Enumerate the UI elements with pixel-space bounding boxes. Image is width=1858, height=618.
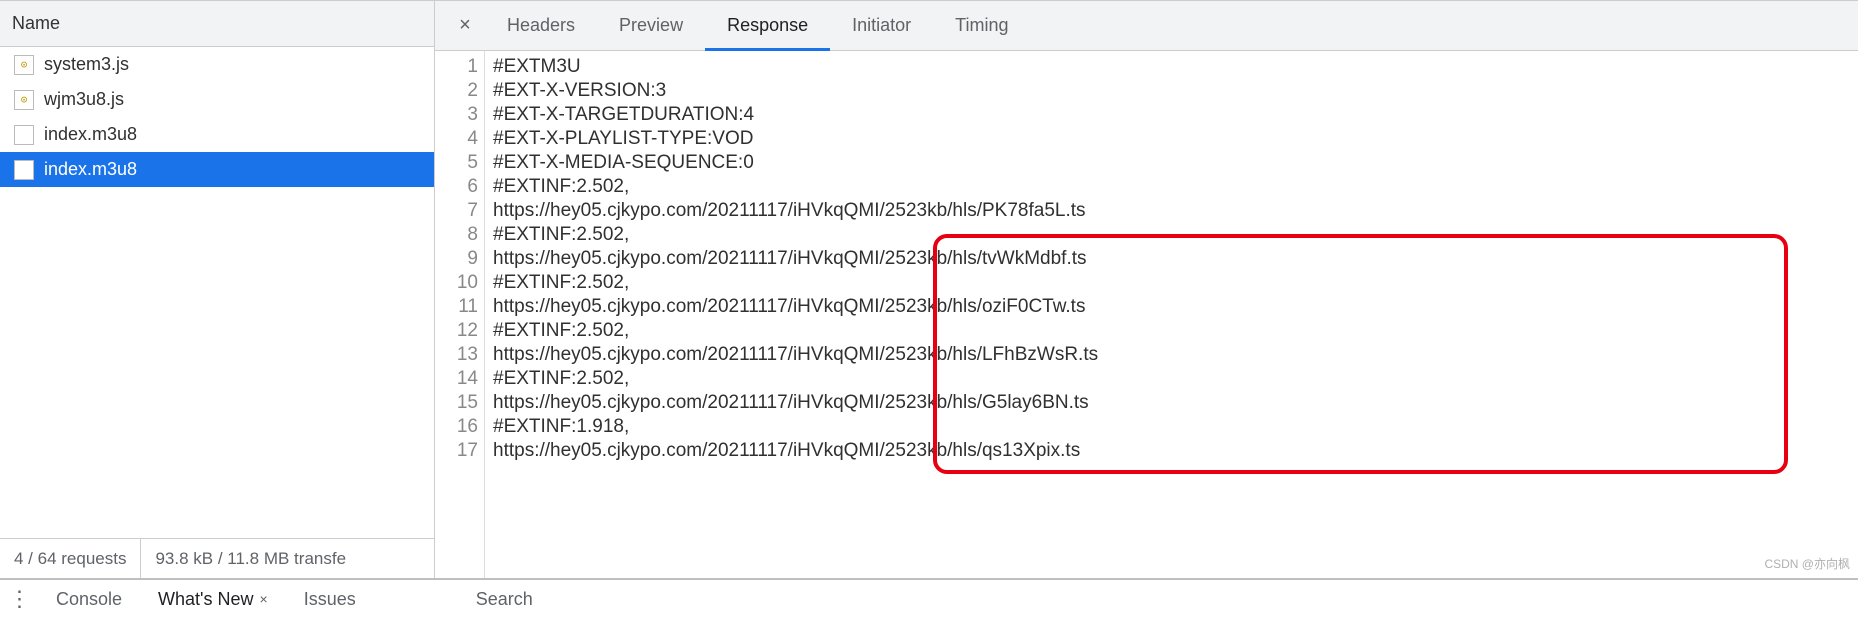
js-file-icon: ⊙ — [14, 90, 34, 110]
name-column-header[interactable]: Name — [0, 1, 434, 47]
tab-headers[interactable]: Headers — [485, 1, 597, 50]
line-number: 7 — [435, 199, 478, 223]
code-line: #EXT-X-VERSION:3 — [493, 79, 1858, 103]
drawer-tab-label: Issues — [304, 589, 356, 610]
document-file-icon — [14, 160, 34, 180]
response-code[interactable]: #EXTM3U#EXT-X-VERSION:3#EXT-X-TARGETDURA… — [485, 51, 1858, 578]
request-item[interactable]: ⊙ wjm3u8.js — [0, 82, 434, 117]
code-line: #EXTINF:2.502, — [493, 223, 1858, 247]
watermark: CSDN @亦向枫 — [1764, 555, 1850, 572]
tab-initiator[interactable]: Initiator — [830, 1, 933, 50]
close-icon[interactable]: × — [445, 14, 485, 37]
tab-response[interactable]: Response — [705, 1, 830, 50]
line-number: 4 — [435, 127, 478, 151]
drawer-tab-search[interactable]: Search — [460, 589, 549, 610]
request-detail-panel: × HeadersPreviewResponseInitiatorTiming … — [435, 1, 1858, 578]
code-line: #EXTINF:2.502, — [493, 319, 1858, 343]
drawer-tab-console[interactable]: Console — [40, 589, 138, 610]
request-item-label: system3.js — [44, 54, 129, 75]
code-line: #EXT-X-TARGETDURATION:4 — [493, 103, 1858, 127]
code-line: #EXTINF:2.502, — [493, 367, 1858, 391]
code-line: https://hey05.cjkypo.com/20211117/iHVkqQ… — [493, 199, 1858, 223]
detail-tab-bar: × HeadersPreviewResponseInitiatorTiming — [435, 1, 1858, 51]
more-icon[interactable]: ⋮ — [0, 586, 40, 612]
network-request-list-panel: Name ⊙ system3.js ⊙ wjm3u8.js index.m3u8 inde… — [0, 1, 435, 578]
tab-preview[interactable]: Preview — [597, 1, 705, 50]
line-number: 3 — [435, 103, 478, 127]
code-line: https://hey05.cjkypo.com/20211117/iHVkqQ… — [493, 295, 1858, 319]
code-line: #EXT-X-MEDIA-SEQUENCE:0 — [493, 151, 1858, 175]
line-number: 9 — [435, 247, 478, 271]
request-item[interactable]: index.m3u8 — [0, 152, 434, 187]
code-line: https://hey05.cjkypo.com/20211117/iHVkqQ… — [493, 439, 1858, 463]
tab-timing[interactable]: Timing — [933, 1, 1030, 50]
line-number: 14 — [435, 367, 478, 391]
line-number: 16 — [435, 415, 478, 439]
drawer-tab-label: What's New — [158, 589, 253, 610]
line-number: 1 — [435, 55, 478, 79]
code-line: #EXTINF:2.502, — [493, 271, 1858, 295]
drawer-tab-issues[interactable]: Issues — [288, 589, 372, 610]
code-line: https://hey05.cjkypo.com/20211117/iHVkqQ… — [493, 391, 1858, 415]
line-number: 11 — [435, 295, 478, 319]
request-item-label: index.m3u8 — [44, 124, 137, 145]
line-number: 8 — [435, 223, 478, 247]
request-item[interactable]: index.m3u8 — [0, 117, 434, 152]
line-number: 12 — [435, 319, 478, 343]
drawer-tab-label: Search — [476, 589, 533, 610]
line-number: 10 — [435, 271, 478, 295]
request-item-label: index.m3u8 — [44, 159, 137, 180]
drawer-tab-label: Console — [56, 589, 122, 610]
code-line: #EXT-X-PLAYLIST-TYPE:VOD — [493, 127, 1858, 151]
transfer-size: 93.8 kB / 11.8 MB transfe — [141, 539, 360, 578]
line-number: 5 — [435, 151, 478, 175]
code-line: #EXTINF:1.918, — [493, 415, 1858, 439]
line-number: 6 — [435, 175, 478, 199]
drawer-tab-whatsnew[interactable]: What's New × — [142, 589, 284, 610]
line-number: 2 — [435, 79, 478, 103]
request-count: 4 / 64 requests — [0, 539, 141, 578]
request-item[interactable]: ⊙ system3.js — [0, 47, 434, 82]
request-item-label: wjm3u8.js — [44, 89, 124, 110]
status-bar: 4 / 64 requests 93.8 kB / 11.8 MB transf… — [0, 538, 434, 578]
code-line: #EXTM3U — [493, 55, 1858, 79]
response-body[interactable]: 1234567891011121314151617 #EXTM3U#EXT-X-… — [435, 51, 1858, 578]
js-file-icon: ⊙ — [14, 55, 34, 75]
line-number: 17 — [435, 439, 478, 463]
drawer-tab-bar: ⋮ Console What's New × Issues Search — [0, 578, 1858, 618]
document-file-icon — [14, 125, 34, 145]
code-line: #EXTINF:2.502, — [493, 175, 1858, 199]
code-line: https://hey05.cjkypo.com/20211117/iHVkqQ… — [493, 343, 1858, 367]
line-number: 15 — [435, 391, 478, 415]
request-list: ⊙ system3.js ⊙ wjm3u8.js index.m3u8 index.m3u… — [0, 47, 434, 538]
close-icon[interactable]: × — [260, 591, 268, 607]
code-line: https://hey05.cjkypo.com/20211117/iHVkqQ… — [493, 247, 1858, 271]
line-number: 13 — [435, 343, 478, 367]
line-number-gutter: 1234567891011121314151617 — [435, 51, 485, 578]
